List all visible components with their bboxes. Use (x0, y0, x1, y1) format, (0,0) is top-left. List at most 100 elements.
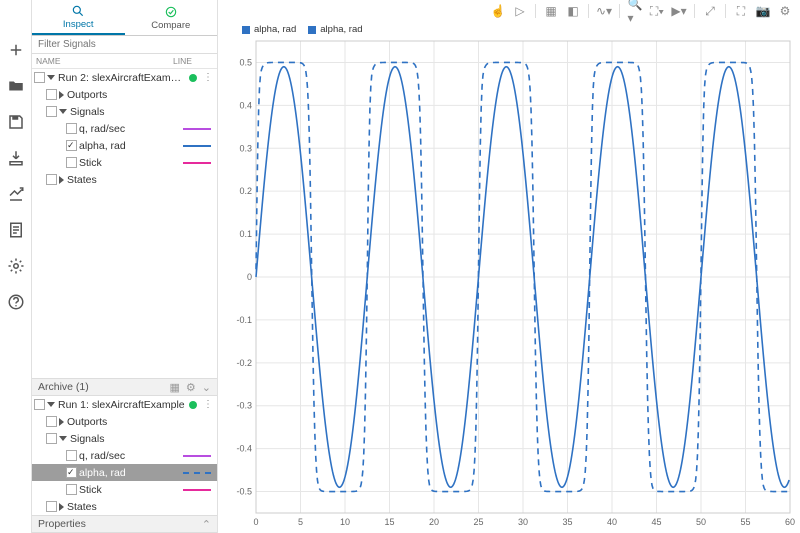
svg-text:15: 15 (384, 517, 394, 527)
checkbox[interactable] (46, 433, 57, 444)
plot-legend: alpha, rad alpha, rad (218, 22, 800, 37)
fingerprint-icon[interactable]: ☝ (491, 4, 505, 18)
run2-sig-q[interactable]: q, rad/sec (32, 120, 217, 137)
settings-icon[interactable] (6, 256, 26, 276)
line-swatch (183, 145, 211, 147)
plot-svg: 051015202530354045505560-0.5-0.4-0.3-0.2… (218, 37, 800, 533)
run1-sig-q[interactable]: q, rad/sec (32, 447, 217, 464)
tab-inspect-label: Inspect (63, 19, 94, 30)
signal-type-icon[interactable]: ∿▾ (597, 4, 611, 18)
chevron-right-icon[interactable] (59, 418, 64, 426)
run1-sig-alpha[interactable]: alpha, rad (32, 464, 217, 481)
import-icon[interactable] (6, 148, 26, 168)
help-icon[interactable] (6, 292, 26, 312)
run2-menu-icon[interactable]: ⋮ (201, 72, 215, 83)
run1-states[interactable]: States (32, 498, 217, 515)
svg-text:25: 25 (473, 517, 483, 527)
add-icon[interactable] (6, 40, 26, 60)
checkbox[interactable] (34, 399, 45, 410)
legend-swatch (308, 26, 316, 34)
tab-compare[interactable]: Compare (125, 0, 218, 35)
chevron-down-icon[interactable] (47, 402, 55, 407)
checkbox[interactable] (46, 501, 57, 512)
checkbox[interactable] (66, 450, 77, 461)
run1-signals[interactable]: Signals (32, 430, 217, 447)
run1-menu-icon[interactable]: ⋮ (201, 399, 215, 410)
clear-icon[interactable]: ◧ (566, 4, 580, 18)
properties-header[interactable]: Properties ⌃ (32, 515, 217, 533)
checkbox[interactable] (46, 174, 57, 185)
run1-sig-stick[interactable]: Stick (32, 481, 217, 498)
plot-settings-icon[interactable]: ⚙ (778, 4, 792, 18)
svg-text:55: 55 (740, 517, 750, 527)
report-icon[interactable] (6, 220, 26, 240)
main-area: ☝ ▷ ▦ ◧ ∿▾ 🔍▾ ⛶▾ ▶▾ ⤢ ⛶ 📷 ⚙ alpha, rad a… (218, 0, 800, 533)
legend-item-a: alpha, rad (254, 24, 296, 35)
archive-header[interactable]: Archive (1) ▦ ⚙ ⌄ (32, 378, 217, 396)
run2-header[interactable]: Run 2: slexAircraftExample[Current] ⋮ (32, 69, 217, 86)
svg-text:0.2: 0.2 (239, 186, 252, 196)
fullscreen-icon[interactable]: ⛶ (734, 4, 748, 18)
line-swatch (183, 128, 211, 130)
run2-states[interactable]: States (32, 171, 217, 188)
svg-text:0.4: 0.4 (239, 100, 252, 110)
svg-text:-0.2: -0.2 (236, 358, 252, 368)
chevron-down-icon[interactable] (59, 436, 67, 441)
archive-collapse-icon[interactable]: ⌄ (202, 381, 211, 394)
run1-title: Run 1: slexAircraftExample (58, 399, 185, 411)
checkbox[interactable] (66, 484, 77, 495)
properties-expand-icon[interactable]: ⌃ (202, 518, 211, 531)
svg-text:0: 0 (253, 517, 258, 527)
run-icon[interactable]: ▷ (513, 4, 527, 18)
properties-label: Properties (38, 518, 86, 530)
chevron-down-icon[interactable] (59, 109, 67, 114)
legend-swatch (242, 26, 250, 34)
link-icon[interactable]: ⤢ (703, 4, 717, 18)
archive-grid-icon[interactable]: ▦ (170, 381, 180, 394)
export-icon[interactable] (6, 184, 26, 204)
chevron-right-icon[interactable] (59, 91, 64, 99)
checkbox[interactable] (66, 123, 77, 134)
run1-outports[interactable]: Outports (32, 413, 217, 430)
run1-header[interactable]: Run 1: slexAircraftExample ⋮ (32, 396, 217, 413)
svg-text:45: 45 (651, 517, 661, 527)
checkbox[interactable] (46, 416, 57, 427)
svg-text:0.5: 0.5 (239, 57, 252, 67)
svg-text:35: 35 (562, 517, 572, 527)
snapshot-icon[interactable]: 📷 (756, 4, 770, 18)
svg-text:-0.5: -0.5 (236, 487, 252, 497)
run1-tree: Run 1: slexAircraftExample ⋮ Outports Si… (32, 396, 217, 515)
fit-icon[interactable]: ⛶▾ (650, 4, 664, 18)
tab-inspect[interactable]: Inspect (32, 0, 125, 35)
column-headers: NAME LINE (32, 54, 217, 69)
chevron-right-icon[interactable] (59, 176, 64, 184)
run2-sig-stick[interactable]: Stick (32, 154, 217, 171)
svg-text:40: 40 (607, 517, 617, 527)
run2-outports[interactable]: Outports (32, 86, 217, 103)
plot-toolbar: ☝ ▷ ▦ ◧ ∿▾ 🔍▾ ⛶▾ ▶▾ ⤢ ⛶ 📷 ⚙ (218, 0, 800, 22)
col-name: NAME (36, 56, 173, 66)
checkbox[interactable] (46, 106, 57, 117)
checkbox[interactable] (66, 140, 77, 151)
archive-gear-icon[interactable]: ⚙ (186, 381, 196, 394)
plot-area[interactable]: 051015202530354045505560-0.5-0.4-0.3-0.2… (218, 37, 800, 533)
run2-title: Run 2: slexAircraftExample[Current] (58, 72, 185, 84)
checkbox[interactable] (46, 89, 57, 100)
layout-icon[interactable]: ▦ (544, 4, 558, 18)
chevron-right-icon[interactable] (59, 503, 64, 511)
run2-sig-alpha[interactable]: alpha, rad (32, 137, 217, 154)
svg-text:60: 60 (785, 517, 795, 527)
run2-checkbox[interactable] (34, 72, 45, 83)
chevron-down-icon[interactable] (47, 75, 55, 80)
archive-label: Archive (1) (38, 381, 89, 393)
zoom-icon[interactable]: 🔍▾ (628, 4, 642, 18)
save-icon[interactable] (6, 112, 26, 132)
checkbox[interactable] (66, 467, 77, 478)
filter-input[interactable] (32, 36, 217, 54)
folder-icon[interactable] (6, 76, 26, 96)
checkbox[interactable] (66, 157, 77, 168)
svg-text:-0.3: -0.3 (236, 401, 252, 411)
run2-signals[interactable]: Signals (32, 103, 217, 120)
tab-compare-label: Compare (151, 20, 190, 31)
cursor-icon[interactable]: ▶▾ (672, 4, 686, 18)
